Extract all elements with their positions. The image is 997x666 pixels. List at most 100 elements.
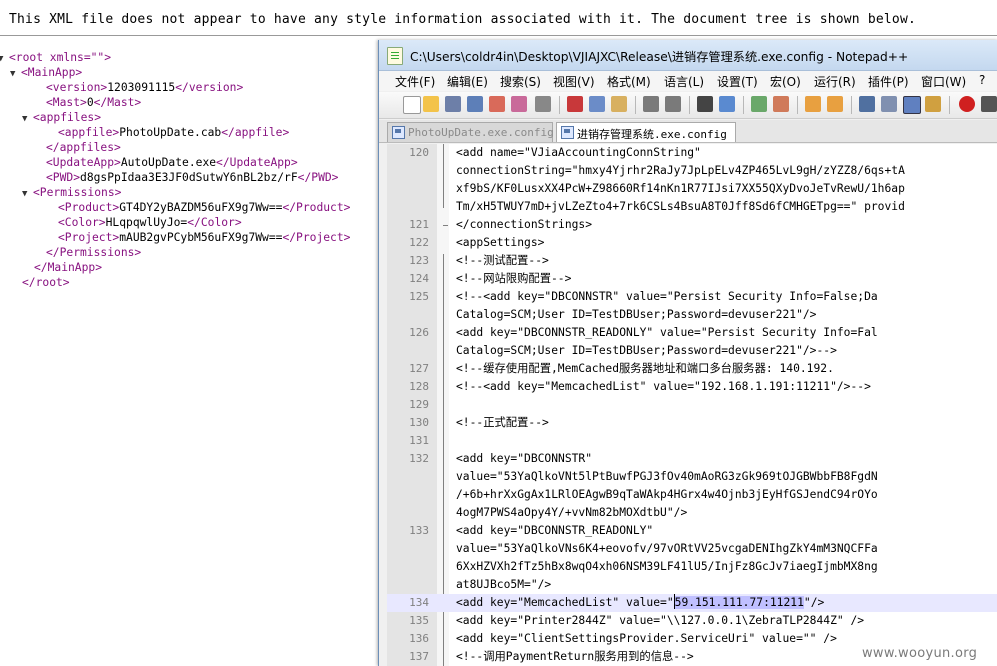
toolbar-separator [689, 96, 690, 114]
code-line[interactable]: 130 <!--正式配置--> [387, 414, 997, 432]
file-icon [561, 126, 574, 139]
indent-guide-icon[interactable] [903, 96, 921, 114]
line-number: 123 [409, 254, 429, 267]
zoom-out-icon[interactable] [773, 96, 789, 112]
xml-open-tag: <Product> [58, 201, 120, 214]
code-line[interactable]: 127 <!--缓存使用配置,MemCached服务器地址和端口多台服务器: 1… [387, 360, 997, 378]
code-line[interactable]: Catalog=SCM;User ID=TestDBUser;Password=… [387, 306, 997, 324]
code-line[interactable]: xf9bS/KF0LusxXX4PcW+Z98660Rf14nKn1R77IJs… [387, 180, 997, 198]
selected-text[interactable]: 59.151.111.77:11211 [674, 596, 804, 609]
find-icon[interactable] [697, 96, 713, 112]
copy-icon[interactable] [589, 96, 605, 112]
stop-macro-icon[interactable] [981, 96, 997, 112]
xml-close-tag: </Project> [282, 231, 351, 244]
tab-jxc-config[interactable]: 进销存管理系统.exe.config [556, 122, 736, 142]
tab-photoupdate-config[interactable]: PhotoUpDate.exe.config [387, 122, 554, 142]
code-line[interactable]: 128 <!--<add key="MemcachedList" value="… [387, 378, 997, 396]
menu-view[interactable]: 视图(V) [553, 73, 595, 90]
watermark: www.wooyun.org [862, 646, 978, 661]
cut-icon[interactable] [567, 96, 583, 112]
xml-open-tag: <MainApp> [21, 66, 83, 79]
current-code-line[interactable]: 134 <add key="MemcachedList" value="59.1… [387, 594, 997, 612]
menu-search[interactable]: 搜索(S) [500, 73, 541, 90]
xml-close-tag: </PWD> [297, 171, 339, 184]
menu-help[interactable]: ? [979, 73, 985, 87]
code-text: Catalog=SCM;User ID=TestDBUser;Password=… [456, 344, 837, 357]
notice-divider [0, 35, 997, 36]
line-number: 120 [409, 146, 429, 159]
print-icon[interactable] [535, 96, 551, 112]
code-text: value="53YaQlkoVNt5lPtBuwfPGJ3fOv40mAoRG… [456, 470, 878, 483]
xml-open-tag: <Project> [58, 231, 120, 244]
code-line[interactable]: 133 <add key="DBCONNSTR_READONLY" [387, 522, 997, 540]
xml-node: <Product>GT4DY2yBAZDM56uFX9g7Ww==</Produ… [0, 200, 375, 215]
code-line[interactable]: at8UJBco5M="/> [387, 576, 997, 594]
show-all-chars-icon[interactable] [881, 96, 897, 112]
code-line[interactable]: 123 <!--测试配置--> [387, 252, 997, 270]
menu-edit[interactable]: 编辑(E) [447, 73, 488, 90]
code-line[interactable]: 131 [387, 432, 997, 450]
notepad-window[interactable]: C:\Users\coldr4in\Desktop\VJIAJXC\Releas… [378, 40, 997, 666]
line-number: 122 [409, 236, 429, 249]
open-folder-icon[interactable] [423, 96, 439, 112]
line-number: 126 [409, 326, 429, 339]
sync-scroll-h-icon[interactable] [827, 96, 843, 112]
sync-scroll-v-icon[interactable] [805, 96, 821, 112]
code-line[interactable]: 122 <appSettings> [387, 234, 997, 252]
xml-open-tag: </Permissions> [46, 246, 142, 259]
menu-window[interactable]: 窗口(W) [921, 73, 966, 90]
code-line[interactable]: 124 <!--网站限购配置--> [387, 270, 997, 288]
code-line[interactable]: 132 <add key="DBCONNSTR" [387, 450, 997, 468]
user-lang-icon[interactable] [925, 96, 941, 112]
code-line[interactable]: value="53YaQlkoVNt5lPtBuwfPGJ3fOv40mAoRG… [387, 468, 997, 486]
replace-icon[interactable] [719, 96, 735, 112]
code-line[interactable]: 125 <!--<add key="DBCONNSTR" value="Pers… [387, 288, 997, 306]
code-line[interactable]: 126 <add key="DBCONNSTR_READONLY" value=… [387, 324, 997, 342]
code-line[interactable]: value="53YaQlkoVNs6K4+eovofv/97vORtVV25v… [387, 540, 997, 558]
close-file-icon[interactable] [489, 96, 505, 112]
code-line[interactable]: /+6b+hrXxGgAx1LRlOEAgwB9qTaWAkp4HGrx4w4O… [387, 486, 997, 504]
word-wrap-icon[interactable] [859, 96, 875, 112]
code-line[interactable]: 129 [387, 396, 997, 414]
code-line[interactable]: 120 <add name="VJiaAccountingConnString" [387, 144, 997, 162]
title-bar[interactable]: C:\Users\coldr4in\Desktop\VJIAJXC\Releas… [379, 40, 997, 71]
menu-settings[interactable]: 设置(T) [717, 73, 758, 90]
undo-icon[interactable] [643, 96, 659, 112]
xml-node: </appfiles> [0, 140, 375, 155]
code-line[interactable]: Catalog=SCM;User ID=TestDBUser;Password=… [387, 342, 997, 360]
close-all-icon[interactable] [511, 96, 527, 112]
menu-format[interactable]: 格式(M) [607, 73, 651, 90]
code-line[interactable]: 121 </connectionStrings> [387, 216, 997, 234]
editor-area[interactable]: 120 <add name="VJiaAccountingConnString"… [387, 144, 997, 666]
save-icon[interactable] [445, 96, 461, 112]
tab-label: PhotoUpDate.exe.config [408, 126, 554, 139]
xml-node[interactable]: ▼ <appfiles> [0, 110, 375, 125]
zoom-in-icon[interactable] [751, 96, 767, 112]
menu-file[interactable]: 文件(F) [395, 73, 435, 90]
xml-close-tag: </appfile> [221, 126, 290, 139]
record-macro-icon[interactable] [959, 96, 975, 112]
code-text: Catalog=SCM;User ID=TestDBUser;Password=… [456, 308, 817, 321]
new-file-icon[interactable] [403, 96, 421, 114]
code-text: <appSettings> [456, 236, 545, 249]
code-line[interactable]: 4ogM7PWS4aOpy4Y/+vvNm82bMOXdtbU"/> [387, 504, 997, 522]
menu-run[interactable]: 运行(R) [814, 73, 856, 90]
xml-node[interactable]: ▼ <Permissions> [0, 185, 375, 200]
code-line[interactable]: 135 <add key="Printer2844Z" value="\\127… [387, 612, 997, 630]
xml-node: <UpdateApp>AutoUpDate.exe</UpdateApp> [0, 155, 375, 170]
menu-macro[interactable]: 宏(O) [770, 73, 801, 90]
menu-plugins[interactable]: 插件(P) [868, 73, 909, 90]
xml-node[interactable]: ▼ <root xmlns=""> [0, 50, 375, 65]
redo-icon[interactable] [665, 96, 681, 112]
code-line[interactable]: 6XxHZVXh2fTz5hBx8wqO4xh06NSM39LF41lU5/In… [387, 558, 997, 576]
code-line[interactable]: connectionString="hmxy4Yjrhr2RaJy7JpLpEL… [387, 162, 997, 180]
toolbar-separator [851, 96, 852, 114]
menu-language[interactable]: 语言(L) [664, 73, 704, 90]
paste-icon[interactable] [611, 96, 627, 112]
xml-node[interactable]: ▼ <MainApp> [0, 65, 375, 80]
xml-text-value: 0 [86, 96, 94, 109]
xml-notice-text: This XML file does not appear to have an… [9, 12, 917, 27]
code-text: <!--缓存使用配置,MemCached服务器地址和端口多台服务器: 140.1… [456, 362, 834, 375]
save-all-icon[interactable] [467, 96, 483, 112]
code-line[interactable]: Tm/xH5TWUY7mD+jvLZeZto4+7rk6CSLs4BsuA8T0… [387, 198, 997, 216]
